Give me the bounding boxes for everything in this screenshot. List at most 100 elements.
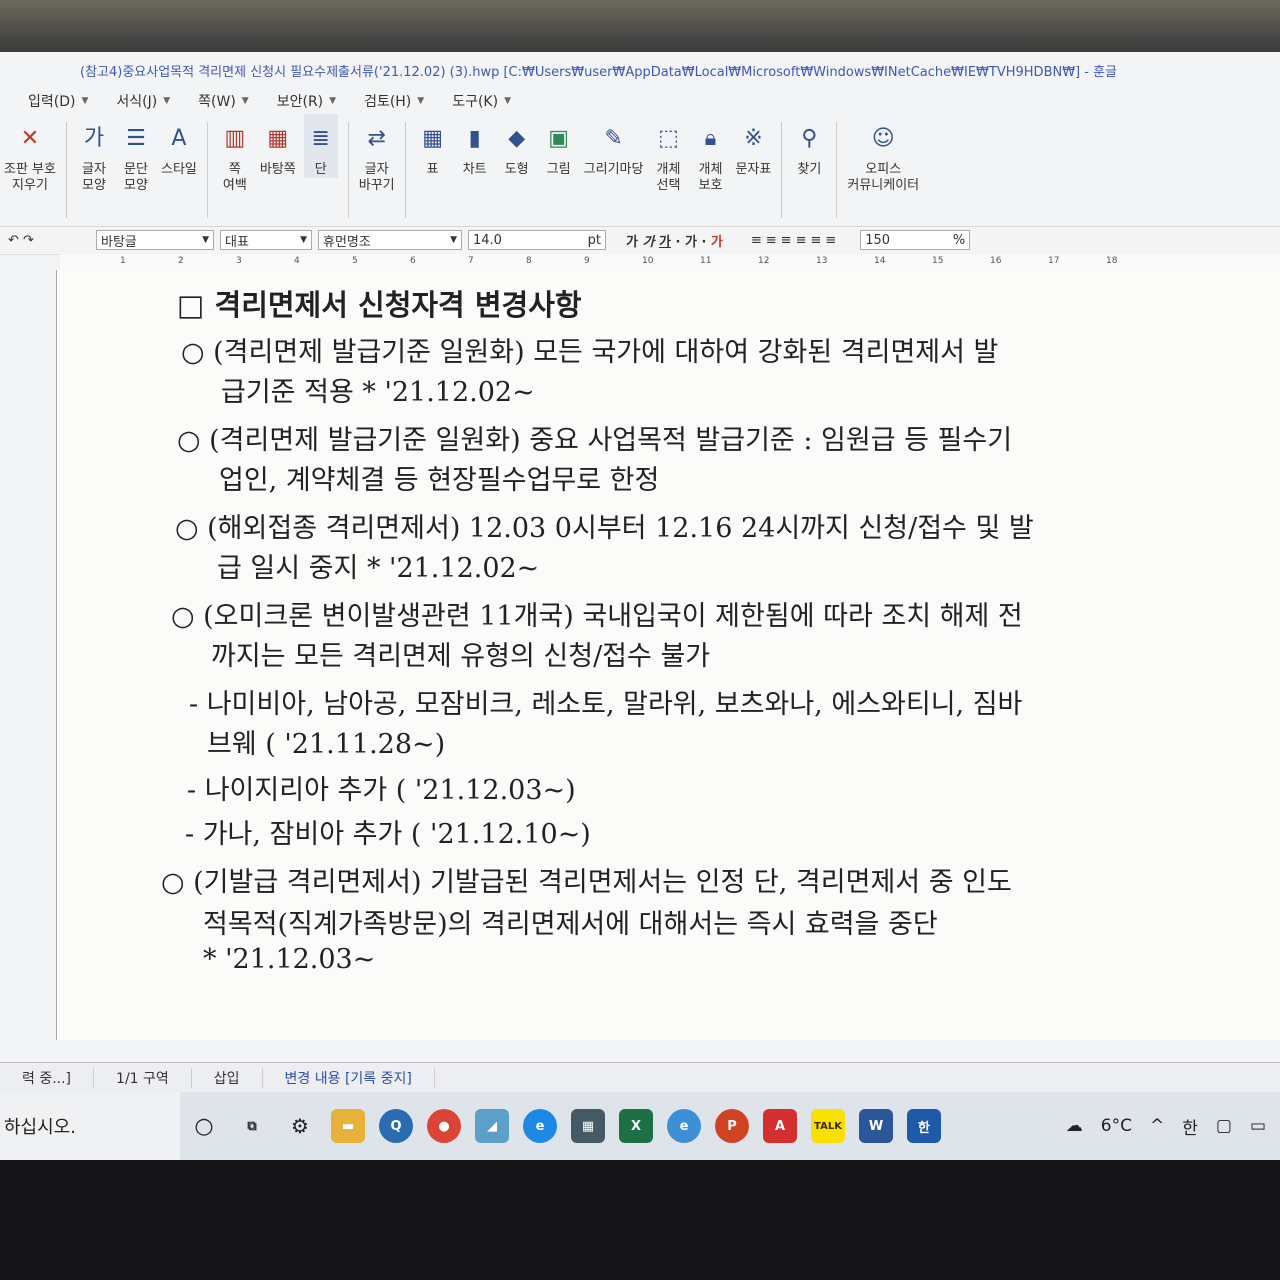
tray-app-icon[interactable]: ▢ [1216, 1116, 1232, 1136]
windows-taskbar: 하십시오. ○ ⧉ ⚙ ▬ Q ● ◢ e ▦ X e P A TALK W 한… [0, 1092, 1280, 1160]
ruler-number: 8 [526, 256, 532, 266]
para-shape-button[interactable]: ☰ 문단 모양 [119, 114, 153, 194]
menu-tools[interactable]: 도구(K) ▼ [452, 91, 511, 111]
ruler-number: 6 [410, 256, 416, 266]
word-icon[interactable]: W [859, 1109, 893, 1143]
office-communicator-button[interactable]: ☺ 오피스 커뮤니케이터 [847, 114, 919, 194]
status-bar: 력 중...] 1/1 구역 삽입 변경 내용 [기록 중지] [0, 1062, 1280, 1093]
doc-line: ○ (격리면제 발급기준 일원화) 중요 사업목적 발급기준 : 임원급 등 필… [177, 425, 1013, 456]
cortana-icon[interactable]: ○ [187, 1109, 221, 1143]
search-app-icon[interactable]: Q [379, 1109, 413, 1143]
file-explorer-icon[interactable]: ▬ [331, 1109, 365, 1143]
edge-icon[interactable]: e [523, 1109, 557, 1143]
menu-review[interactable]: 검토(H) ▼ [364, 91, 424, 111]
button-label: 개체 보호 [698, 162, 723, 193]
drawing-button[interactable]: ✎ 그리기마당 [584, 114, 644, 178]
style-value: 바탕글 [101, 234, 137, 250]
align-buttons[interactable]: ≡≡≡≡≡≡ [751, 233, 840, 248]
doc-line: 급 일시 중지 * '21.12.02~ [217, 553, 540, 584]
char-map-icon: ※ [744, 126, 763, 151]
undo-redo-icons[interactable]: ↶ ↷ [0, 233, 96, 248]
doc-line: ○ (격리면제 발급기준 일원화) 모든 국가에 대하여 강화된 격리면제서 발 [181, 337, 999, 368]
shape-icon: ◆ [508, 126, 526, 151]
weather-cloud-icon[interactable]: ☁ [1066, 1116, 1083, 1136]
ruler-number: 16 [990, 256, 1002, 266]
ruler-number: 15 [932, 256, 944, 266]
ruler-number: 11 [700, 256, 712, 266]
chevron-down-icon: ▼ [202, 235, 209, 245]
chevron-down-icon: ▼ [450, 235, 457, 245]
menu-label: 입력(D) [28, 94, 76, 110]
ruler-number: 1 [120, 256, 126, 266]
chevron-up-icon[interactable]: ^ [1150, 1116, 1164, 1136]
chevron-down-icon: ▼ [163, 96, 171, 106]
column-button[interactable]: ≣ 단 [303, 114, 338, 178]
weather-temp[interactable]: 6°C [1101, 1116, 1132, 1136]
button-label: 글자 바꾸기 [358, 162, 395, 193]
menu-security[interactable]: 보안(R) ▼ [277, 91, 336, 111]
ribbon-toolbar: ✕ 조판 부호 지우기 가 글자 모양 ☰ 문단 모양 A 스타일 ▥ 쪽 여백 ▦ 바탕쪽… [0, 114, 1280, 227]
bold-italic-underline-buttons[interactable]: 가 가 가 · 가 · 가 [626, 231, 723, 250]
doc-line: - 나이지리아 추가 ( '21.12.03~) [187, 775, 576, 806]
menu-page[interactable]: 쪽(W) ▼ [198, 91, 249, 111]
internet-explorer-icon[interactable]: e [667, 1109, 701, 1143]
page-title: □ 격리면제서 신청자격 변경사항 [177, 282, 582, 324]
notification-icon[interactable]: ▭ [1250, 1116, 1266, 1136]
heading-text: 격리면제서 신청자격 변경사항 [214, 288, 582, 322]
doc-line: 까지는 모든 격리면제 유형의 신청/접수 불가 [211, 641, 711, 672]
char-shape-button[interactable]: 가 글자 모양 [77, 114, 111, 194]
font-size-input[interactable]: 14.0 pt [468, 230, 606, 250]
kakaotalk-icon[interactable]: TALK [811, 1109, 845, 1143]
table-button[interactable]: ▦ 표 [416, 114, 450, 178]
button-label: 조판 부호 지우기 [4, 162, 56, 193]
powerpoint-icon[interactable]: P [715, 1109, 749, 1143]
style-select[interactable]: 바탕글 ▼ [96, 230, 214, 250]
clear-markup-button[interactable]: ✕ 조판 부호 지우기 [4, 114, 56, 194]
background-page-button[interactable]: ▦ 바탕쪽 [260, 114, 296, 178]
button-label: 표 [426, 162, 439, 177]
page-margin-button[interactable]: ▥ 쪽 여백 [218, 114, 252, 194]
settings-gear-icon[interactable]: ⚙ [283, 1109, 317, 1143]
zoom-input[interactable]: 150% [860, 230, 971, 250]
object-select-button[interactable]: ⬚ 개체 선택 [651, 114, 685, 194]
ruler-number: 17 [1048, 256, 1060, 266]
menu-input[interactable]: 입력(D) ▼ [28, 91, 88, 111]
hwp-icon[interactable]: 한 [907, 1109, 941, 1143]
style-button[interactable]: A 스타일 [161, 114, 197, 178]
menu-format[interactable]: 서식(J) ▼ [116, 91, 170, 111]
status-insert-mode[interactable]: 삽입 [192, 1068, 263, 1088]
shape-button[interactable]: ◆ 도형 [500, 114, 534, 178]
picture-button[interactable]: ▣ 그림 [542, 114, 576, 178]
button-label: 그리기마당 [583, 162, 644, 177]
ime-indicator[interactable]: 한 [1182, 1114, 1198, 1139]
window-title: (참고4)중요사업목적 격리면제 신청시 필요수제출서류('21.12.02) … [80, 64, 1118, 80]
horizontal-ruler[interactable]: 1 2 3 4 5 6 7 8 9 10 11 12 13 14 15 16 1… [60, 254, 1280, 271]
divider [206, 122, 208, 218]
app-icon[interactable]: ◢ [475, 1109, 509, 1143]
replace-button[interactable]: ⇄ 글자 바꾸기 [359, 114, 395, 194]
language-select[interactable]: 대표 ▼ [220, 230, 312, 250]
document-page[interactable]: □ 격리면제서 신청자격 변경사항 ○ (격리면제 발급기준 일원화) 모든 국… [56, 270, 1280, 1040]
divider [781, 122, 783, 218]
find-button[interactable]: ⚲ 찾기 [792, 114, 826, 178]
language-value: 대표 [225, 234, 249, 250]
menu-label: 검토(H) [364, 94, 412, 110]
page-margin-icon: ▥ [224, 126, 246, 151]
chart-button[interactable]: ▮ 차트 [458, 114, 492, 178]
binoculars-icon: ⚲ [801, 126, 818, 151]
chrome-icon[interactable]: ● [427, 1109, 461, 1143]
task-view-icon[interactable]: ⧉ [235, 1109, 269, 1143]
button-label: 도형 [504, 162, 529, 177]
button-label: 문자표 [735, 162, 772, 177]
acrobat-icon[interactable]: A [763, 1109, 797, 1143]
font-select[interactable]: 휴먼명조 ▼ [318, 230, 462, 250]
char-map-button[interactable]: ※ 문자표 [735, 114, 771, 178]
object-protect-button[interactable]: 🔒︎ 개체 보호 [693, 114, 727, 194]
doc-line: ○ (해외접종 격리면제서) 12.03 0시부터 12.16 24시까지 신청… [175, 513, 1034, 544]
taskbar-search-input[interactable]: 하십시오. [0, 1092, 180, 1160]
status-track-changes[interactable]: 변경 내용 [기록 중지] [263, 1068, 435, 1088]
excel-icon[interactable]: X [619, 1109, 653, 1143]
calculator-icon[interactable]: ▦ [571, 1109, 605, 1143]
object-select-icon: ⬚ [658, 126, 679, 151]
button-label: 개체 선택 [656, 162, 681, 193]
